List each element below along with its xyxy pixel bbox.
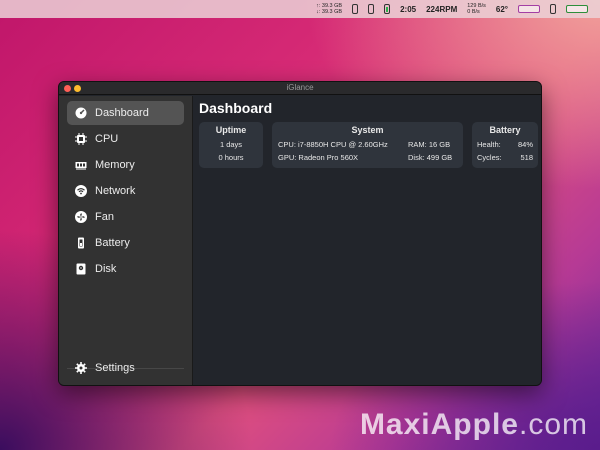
sidebar-item-label: Battery [95,237,130,249]
menu-bar: ↑: 39.3 GB ↓: 39.3 GB 2:05 224RPM 129 B/… [0,0,600,18]
battery-cycles-label: Cycles: [477,153,502,162]
wifi-icon [75,185,87,197]
sidebar-item-disk[interactable]: Disk [67,257,184,281]
sidebar-item-label: Disk [95,263,117,275]
sidebar: Dashboard CPU Memory Network Fan Battery… [59,96,193,385]
sidebar-item-label: Network [95,185,136,197]
main-content: Dashboard Uptime 1 days 0 hours System C… [194,96,541,385]
system-header: System [351,125,384,135]
app-window: iGlance Dashboard CPU Memory Network Fan… [58,81,542,386]
battery-card: Battery Health: 84% Cycles: 518 [472,122,538,168]
sidebar-item-label: Memory [95,159,135,171]
battery-health-value: 84% [517,140,533,149]
cpu-icon [75,133,87,145]
menubar-fan-speed[interactable]: 224RPM [426,5,457,14]
gauge-icon [75,107,87,119]
system-gpu: GPU: Radeon Pro 560X [278,153,359,162]
uptime-hours: 0 hours [218,153,244,162]
sidebar-item-label: CPU [95,133,119,145]
memory-menubar-icon[interactable] [368,4,375,14]
system-ram: RAM: 16 GB [408,140,451,149]
gear-icon [75,362,87,374]
watermark-part2: Apple [430,408,519,441]
menubar-time[interactable]: 2:05 [400,5,416,14]
memory-icon [75,159,87,171]
sidebar-item-label: Settings [95,362,135,374]
phone-icon-2[interactable] [550,4,556,14]
window-title: iGlance [286,83,314,92]
watermark-part3: .com [518,408,588,441]
battery-menubar-icon[interactable] [384,4,391,14]
disk-icon [75,263,87,275]
uptime-card: Uptime 1 days 0 hours [199,122,263,168]
system-disk: Disk: 499 GB [408,153,453,162]
net-rate-down: 0 B/s [467,9,480,15]
sidebar-item-dashboard[interactable]: Dashboard [67,101,184,125]
phone-icon[interactable] [352,4,359,14]
system-cpu: CPU: i7-8850H CPU @ 2.60GHz [278,140,388,149]
uptime-days: 1 days [219,140,243,149]
page-title: Dashboard [199,100,273,116]
watermark-part1: Maxi [359,408,431,441]
sidebar-item-fan[interactable]: Fan [67,205,184,229]
menubar-temperature[interactable]: 62° [496,5,508,14]
menubar-net-rate[interactable]: 129 B/s 0 B/s [467,3,486,15]
sidebar-item-label: Fan [95,211,114,223]
net-download-total: ↓: 39.3 GB [316,9,343,15]
fan-icon [75,211,87,223]
battery-cycles-value: 518 [520,153,533,162]
title-bar[interactable]: iGlance [59,82,541,95]
menubar-net-totals[interactable]: ↑: 39.3 GB ↓: 39.3 GB [316,3,342,15]
sidebar-item-memory[interactable]: Memory [67,153,184,177]
sidebar-item-battery[interactable]: Battery [67,231,184,255]
battery-icon [75,237,87,249]
uptime-header: Uptime [215,125,247,135]
sidebar-item-settings[interactable]: Settings [67,356,184,380]
watermark: MaxiApple.com [360,408,588,442]
battery-graph-icon[interactable] [566,5,588,13]
cpu-graph-icon[interactable] [518,5,540,13]
system-card: System CPU: i7-8850H CPU @ 2.60GHz GPU: … [272,122,463,168]
sidebar-item-label: Dashboard [95,107,149,119]
battery-health-label: Health: [477,140,501,149]
battery-header: Battery [489,125,521,135]
sidebar-item-cpu[interactable]: CPU [67,127,184,151]
sidebar-item-network[interactable]: Network [67,179,184,203]
